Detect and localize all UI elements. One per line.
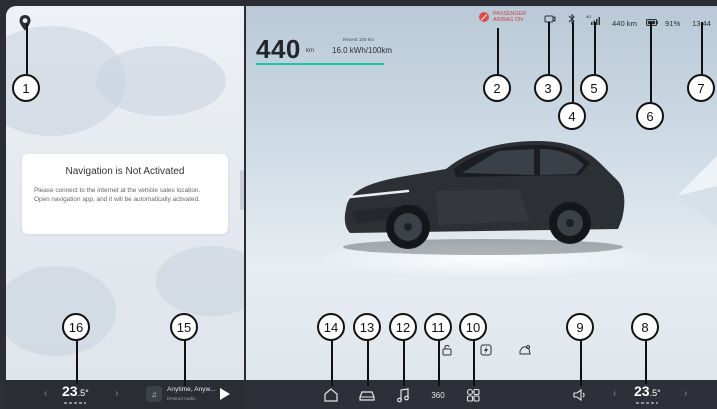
infotainment-screen: Navigation is Not Activated Please conne… <box>0 0 717 409</box>
driver-temp-decrease-chevron-icon[interactable]: ‹ <box>44 388 47 399</box>
vehicle-icon[interactable] <box>357 385 377 405</box>
callout-15: 15 <box>170 313 198 341</box>
passenger-temp-increase-chevron-icon[interactable]: › <box>684 388 687 399</box>
passenger-temp-level <box>636 402 658 404</box>
range-progress-fill <box>256 63 384 65</box>
callout-4: 4 <box>558 102 586 130</box>
navigation-panel[interactable]: Navigation is Not Activated Please conne… <box>6 6 244 380</box>
callout-leader <box>650 22 652 102</box>
vehicle-image[interactable] <box>338 131 628 256</box>
driver-temp[interactable]: 23.5° <box>62 383 89 399</box>
navigation-inactive-card: Navigation is Not Activated Please conne… <box>22 154 228 234</box>
play-icon[interactable] <box>220 388 230 400</box>
callout-leader <box>548 22 550 74</box>
navigation-card-message: Please connect to the internet at the ve… <box>34 187 201 203</box>
camera-360-icon[interactable]: 360 <box>428 385 448 405</box>
callout-10: 10 <box>459 313 487 341</box>
volume-icon[interactable] <box>570 385 590 405</box>
map-landmass <box>156 246 244 316</box>
range-unit: km <box>306 48 314 54</box>
callout-leader <box>184 340 186 386</box>
battery-percent: 91% <box>665 18 681 28</box>
callout-5: 5 <box>580 74 608 102</box>
callout-6: 6 <box>636 102 664 130</box>
range-value: 440 <box>256 34 301 64</box>
charge-port-icon[interactable] <box>479 343 493 357</box>
music-icon[interactable] <box>393 385 413 405</box>
callout-leader <box>701 22 703 74</box>
callout-12: 12 <box>389 313 417 341</box>
callout-2: 2 <box>483 74 511 102</box>
location-pin-icon[interactable] <box>18 14 32 32</box>
recent-consumption-label: Recent 100 km <box>343 37 374 42</box>
airbag-status-line2: AIRBAG ON <box>493 17 523 23</box>
decorative-sculpture <box>677 156 717 226</box>
callout-leader <box>403 340 405 386</box>
cellular-signal-icon <box>591 17 600 25</box>
callout-11: 11 <box>424 313 452 341</box>
bottom-dock-left <box>6 380 244 409</box>
range-progress-bar <box>256 63 384 65</box>
callout-leader <box>572 22 574 102</box>
callout-leader <box>580 340 582 386</box>
map-landmass <box>96 46 226 116</box>
media-subtitle: Desired Audio <box>167 396 196 401</box>
map-landmass <box>6 266 116 356</box>
callout-leader <box>76 340 78 384</box>
passenger-temp-decrease-chevron-icon[interactable]: ‹ <box>613 388 616 399</box>
callout-leader <box>331 340 333 386</box>
navigation-card-title: Navigation is Not Activated <box>65 166 185 177</box>
consumption-value: 16.0 kWh/100km <box>332 46 393 55</box>
airbag-off-icon <box>479 12 489 22</box>
callout-8: 8 <box>631 313 659 341</box>
callout-leader <box>473 340 475 386</box>
status-range: 440 km <box>612 18 637 28</box>
home-icon[interactable] <box>321 385 341 405</box>
callout-leader <box>645 340 647 384</box>
apps-grid-icon[interactable] <box>463 385 483 405</box>
passenger-airbag-status: PASSENGER AIRBAG ON <box>479 11 526 23</box>
callout-leader <box>26 24 28 74</box>
callout-1: 1 <box>12 74 40 102</box>
unlock-icon[interactable] <box>440 343 454 357</box>
dashcam-icon[interactable] <box>544 14 556 24</box>
driver-temp-increase-chevron-icon[interactable]: › <box>115 388 118 399</box>
callout-13: 13 <box>353 313 381 341</box>
media-art-icon[interactable]: ♫ <box>146 386 162 402</box>
callout-14: 14 <box>317 313 345 341</box>
panel-resize-handle[interactable] <box>240 170 244 210</box>
passenger-temp[interactable]: 23.5° <box>634 383 661 399</box>
callout-16: 16 <box>62 313 90 341</box>
trunk-icon[interactable] <box>518 343 532 357</box>
callout-leader <box>497 28 499 74</box>
callout-leader <box>367 340 369 386</box>
callout-leader <box>438 340 440 386</box>
driver-temp-level <box>64 402 86 404</box>
battery-icon <box>646 19 658 26</box>
callout-leader <box>594 22 596 74</box>
media-title[interactable]: Anytime, Anyw... <box>167 386 215 393</box>
callout-7: 7 <box>687 74 715 102</box>
callout-9: 9 <box>566 313 594 341</box>
callout-3: 3 <box>534 74 562 102</box>
